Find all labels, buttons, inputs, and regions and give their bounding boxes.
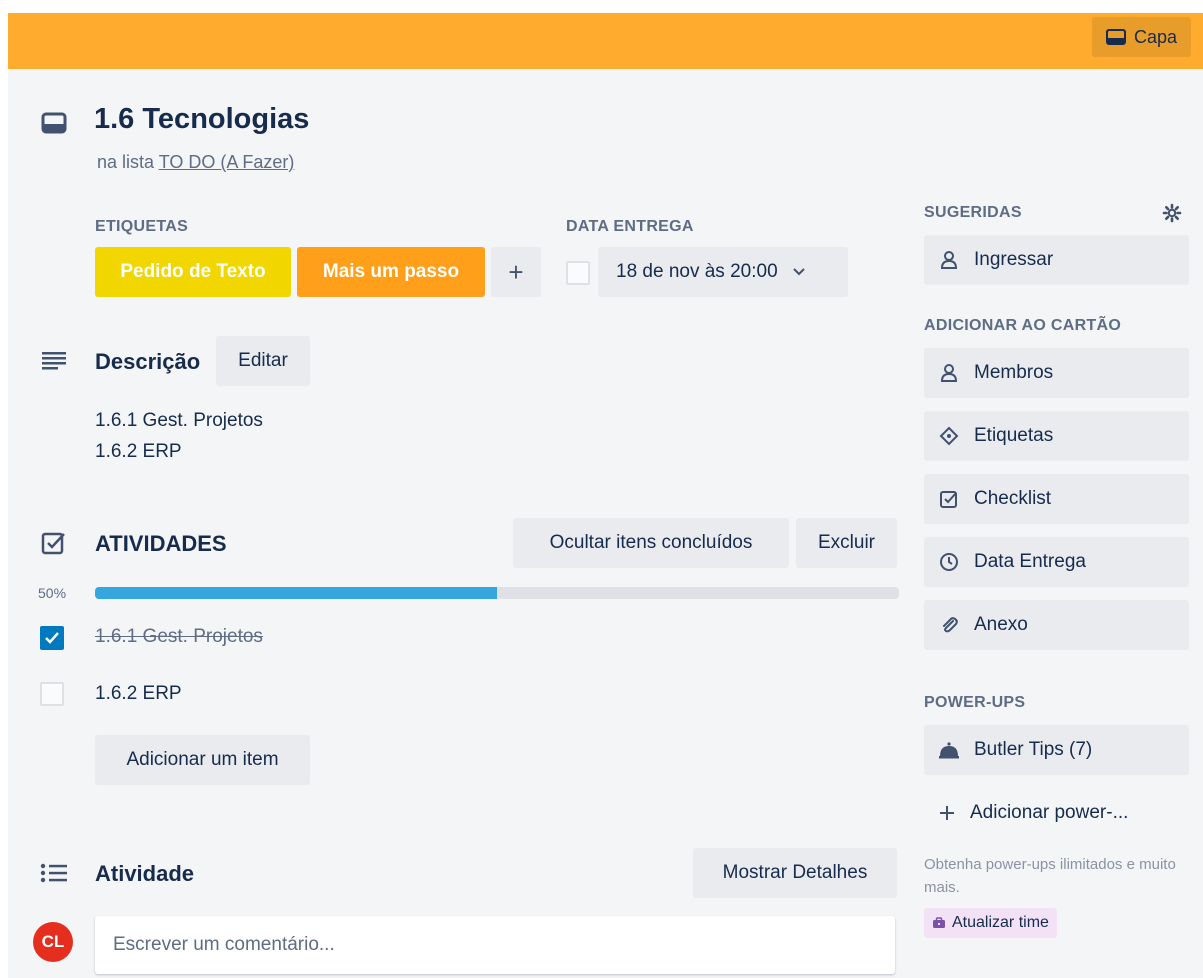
description-heading: Descrição [95, 349, 201, 374]
suggested-heading: SUGERIDAS [924, 204, 1022, 221]
add-power-up-button[interactable]: Adicionar power-... [924, 788, 1189, 838]
checklist-button[interactable]: Checklist [924, 474, 1189, 524]
power-ups-heading: POWER-UPS [924, 694, 1026, 711]
checklist-progress-fill [95, 587, 497, 599]
butler-tips-label: Butler Tips (7) [974, 739, 1093, 760]
due-date-value: 18 de nov às 20:00 [616, 261, 778, 282]
join-button[interactable]: Ingressar [924, 235, 1189, 285]
avatar[interactable]: CL [33, 922, 73, 962]
description-icon [40, 346, 68, 374]
show-details-button[interactable]: Mostrar Detalhes [693, 848, 897, 898]
delete-checklist-button[interactable]: Excluir [796, 518, 897, 568]
upgrade-team-button[interactable]: Atualizar time [924, 908, 1057, 938]
due-date-heading: DATA ENTREGA [566, 218, 694, 235]
labels-button[interactable]: Etiquetas [924, 411, 1189, 461]
add-to-card-heading: ADICIONAR AO CARTÃO [924, 317, 1122, 334]
list-prefix: na lista [97, 152, 155, 172]
clock-icon [938, 551, 960, 573]
gear-icon[interactable] [1161, 202, 1183, 224]
card-title[interactable]: 1.6 Tecnologias [94, 103, 309, 136]
due-date-sidebar-label: Data Entrega [974, 551, 1086, 572]
comment-input[interactable] [95, 916, 895, 974]
card-detail-window: Capa 1.6 Tecnologias na lista TO DO (A F… [8, 13, 1203, 978]
label-chip-mais-um-passo[interactable]: Mais um passo [297, 247, 485, 297]
due-date-complete-checkbox[interactable] [566, 261, 590, 285]
butler-tips-button[interactable]: Butler Tips (7) [924, 725, 1189, 775]
checkbox-icon [938, 488, 960, 510]
card-icon [1105, 29, 1126, 45]
description-line: 1.6.1 Gest. Projetos [95, 410, 263, 431]
hide-checked-items-button[interactable]: Ocultar itens concluídos [513, 518, 789, 568]
person-icon [938, 249, 960, 271]
add-label-button[interactable]: + [491, 247, 541, 297]
add-power-up-label: Adicionar power-... [970, 802, 1129, 823]
label-chip-pedido-de-texto[interactable]: Pedido de Texto [95, 247, 291, 297]
paperclip-icon [938, 614, 960, 636]
checklist-icon [40, 529, 68, 557]
checklist-button-label: Checklist [974, 488, 1052, 509]
activity-heading: Atividade [95, 861, 195, 886]
upgrade-team-label: Atualizar time [952, 914, 1049, 931]
card-cover: Capa [8, 13, 1203, 69]
labels-button-label: Etiquetas [974, 425, 1054, 446]
person-icon [938, 362, 960, 384]
checklist-item-checkbox[interactable] [40, 626, 64, 650]
edit-description-button[interactable]: Editar [216, 336, 310, 386]
checklist-item-text[interactable]: 1.6.2 ERP [95, 683, 182, 705]
add-checklist-item-button[interactable]: Adicionar um item [95, 735, 310, 785]
join-label: Ingressar [974, 249, 1054, 270]
card-title-icon [40, 109, 68, 137]
due-date-button[interactable]: 18 de nov às 20:00 [598, 247, 848, 297]
butler-bell-icon [938, 739, 960, 761]
checklist-item-text[interactable]: 1.6.1 Gest. Projetos [95, 626, 263, 648]
checklist-progress-bar [95, 587, 899, 599]
briefcase-icon [932, 917, 946, 929]
power-ups-upsell-text: Obtenha power-ups ilimitados e muito mai… [924, 856, 1176, 896]
plus-icon [938, 804, 956, 822]
cover-button[interactable]: Capa [1091, 17, 1191, 57]
labels-heading: ETIQUETAS [95, 218, 189, 235]
checklist-title[interactable]: ATIVIDADES [95, 531, 227, 557]
members-button[interactable]: Membros [924, 348, 1189, 398]
cover-button-label: Capa [1133, 26, 1177, 47]
tag-icon [938, 425, 960, 447]
attachment-label: Anexo [974, 614, 1028, 635]
list-link[interactable]: TO DO (A Fazer) [159, 152, 295, 172]
card-list-info: na lista TO DO (A Fazer) [97, 152, 294, 173]
checklist-item-checkbox[interactable] [40, 682, 64, 706]
chevron-down-icon [792, 267, 806, 277]
activity-icon [40, 859, 68, 887]
attachment-button[interactable]: Anexo [924, 600, 1189, 650]
due-date-sidebar-button[interactable]: Data Entrega [924, 537, 1189, 587]
description-line: 1.6.2 ERP [95, 441, 182, 462]
checklist-progress-percent: 50% [38, 585, 67, 601]
members-label: Membros [974, 362, 1054, 383]
